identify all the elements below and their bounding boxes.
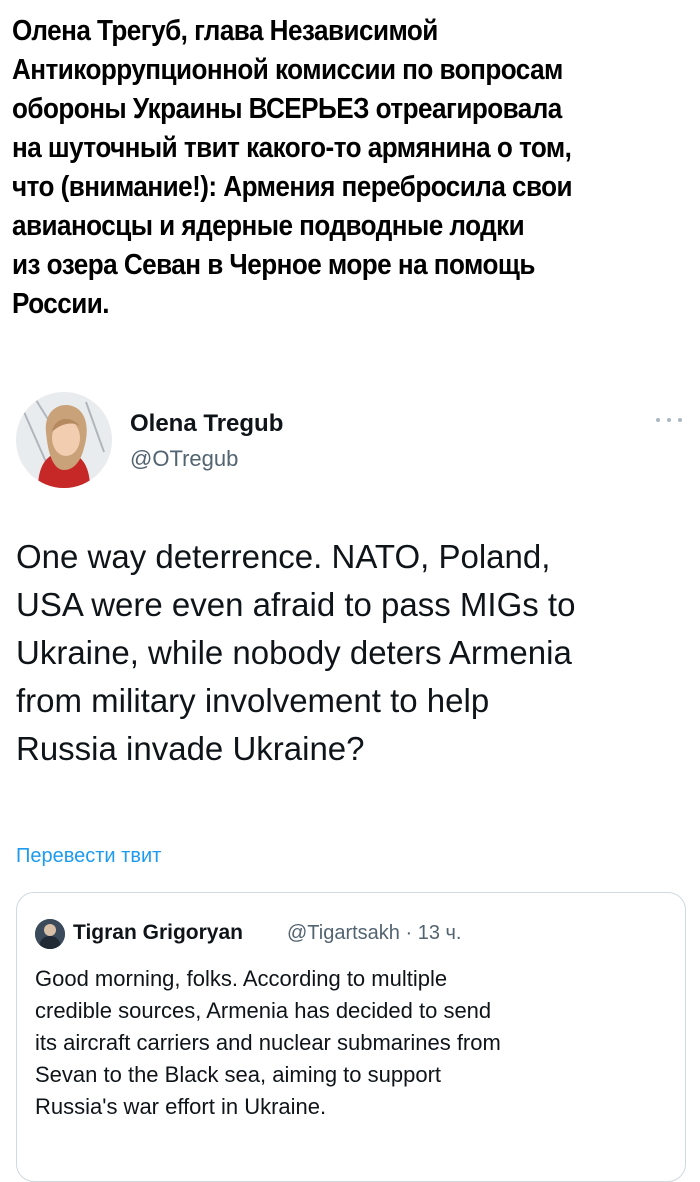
headline-line: из озера Севан в Черное море на помощь xyxy=(12,249,535,281)
headline-line: обороны Украины ВСЕРЬЕЗ отреагировала xyxy=(12,93,562,125)
more-options-icon[interactable] xyxy=(654,414,684,424)
author-name[interactable]: Olena Tregub xyxy=(130,410,283,438)
author-avatar[interactable] xyxy=(16,392,112,488)
tweet-text: One way deterrence. NATO, Poland, USA we… xyxy=(16,533,700,773)
tweet-header: Olena Tregub @OTregub xyxy=(16,392,684,492)
tweet-text-line: from military involvement to help xyxy=(16,682,490,719)
tweet-text-line: One way deterrence. NATO, Poland, xyxy=(16,538,551,575)
tweet-text-line: Russia invade Ukraine? xyxy=(16,730,365,767)
author-handle[interactable]: @OTregub xyxy=(130,446,238,472)
tweet-text-line: USA were even afraid to pass MIGs to xyxy=(16,586,576,623)
quoted-text-line: Good morning, folks. According to multip… xyxy=(35,966,448,991)
headline-caption: Олена Трегуб, глава Независимой Антикорр… xyxy=(12,12,693,324)
quoted-author-handle-time[interactable]: @Tigartsakh · 13 ч. xyxy=(287,922,461,945)
quoted-author-avatar[interactable] xyxy=(35,919,65,949)
headline-line: Олена Трегуб, глава Независимой xyxy=(12,15,438,47)
quoted-text-line: Sevan to the Black sea, aiming to suppor… xyxy=(35,1062,442,1087)
quoted-tweet-card[interactable]: Tigran Grigoryan @Tigartsakh · 13 ч. Goo… xyxy=(16,892,686,1182)
headline-line: России. xyxy=(12,288,110,320)
headline-line: авианосцы и ядерные подводные лодки xyxy=(12,210,525,242)
user-avatar-photo-icon xyxy=(35,919,65,949)
tweet-text-line: Ukraine, while nobody deters Armenia xyxy=(16,634,572,671)
translate-tweet-link[interactable]: Перевести твит xyxy=(16,845,161,868)
headline-line: Антикоррупционной комиссии по вопросам xyxy=(12,54,563,86)
quoted-tweet-text: Good morning, folks. According to multip… xyxy=(35,963,675,1123)
headline-line: на шуточный твит какого-то армянина о то… xyxy=(12,132,572,164)
quoted-text-line: its aircraft carriers and nuclear submar… xyxy=(35,1030,501,1055)
quoted-text-line: credible sources, Armenia has decided to… xyxy=(35,998,492,1023)
quoted-text-line: Russia's war effort in Ukraine. xyxy=(35,1094,327,1119)
quoted-author-name[interactable]: Tigran Grigoryan xyxy=(73,921,243,945)
headline-line: что (внимание!): Армения перебросила сво… xyxy=(12,171,573,203)
user-avatar-photo-icon xyxy=(16,392,112,488)
